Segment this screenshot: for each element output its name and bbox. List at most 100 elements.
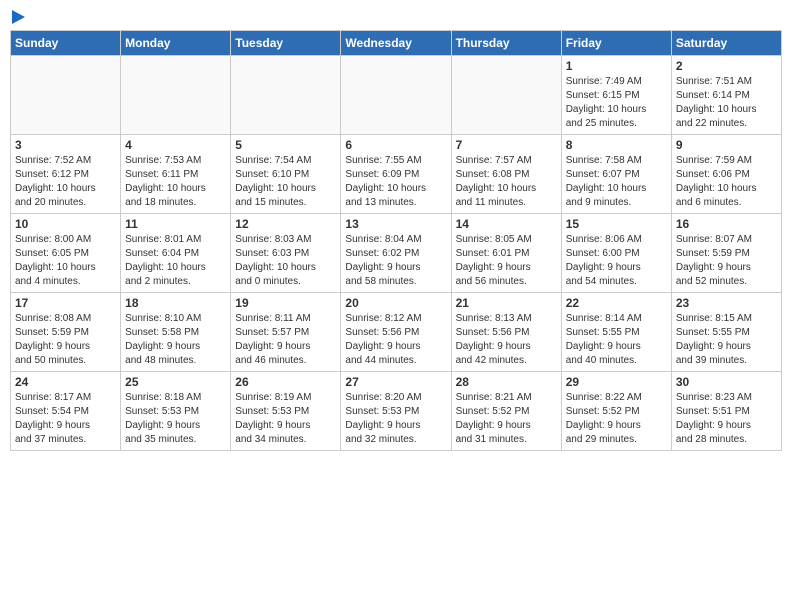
day-number: 22 [566, 296, 667, 310]
day-info: Sunrise: 8:06 AM Sunset: 6:00 PM Dayligh… [566, 233, 667, 289]
page-header [10, 10, 782, 24]
calendar-cell: 27Sunrise: 8:20 AM Sunset: 5:53 PM Dayli… [341, 372, 451, 451]
day-number: 28 [456, 375, 557, 389]
day-number: 30 [676, 375, 777, 389]
calendar-header-row: SundayMondayTuesdayWednesdayThursdayFrid… [11, 31, 782, 56]
calendar-cell: 10 Sunrise: 8:00 AM Sunset: 6:05 PM Dayli… [11, 214, 121, 293]
calendar-cell: 8 Sunrise: 7:58 AM Sunset: 6:07 PM Daylig… [561, 135, 671, 214]
day-info: Sunrise: 7:53 AM Sunset: 6:11 PM Dayligh… [125, 154, 226, 210]
day-info: Sunrise: 8:00 AM Sunset: 6:05 PM Dayligh… [15, 233, 116, 289]
day-number: 3 [15, 138, 116, 152]
calendar-cell: 20 Sunrise: 8:12 AM Sunset: 5:56 PM Dayli… [341, 293, 451, 372]
day-number: 7 [456, 138, 557, 152]
day-info: Sunrise: 8:15 AM Sunset: 5:55 PM Dayligh… [676, 312, 777, 368]
day-info: Sunrise: 8:19 AM Sunset: 5:53 PM Dayligh… [235, 391, 336, 447]
calendar-cell: 6 Sunrise: 7:55 AM Sunset: 6:09 PM Daylig… [341, 135, 451, 214]
column-header-sunday: Sunday [11, 31, 121, 56]
calendar-cell: 12 Sunrise: 8:03 AM Sunset: 6:03 PM Dayli… [231, 214, 341, 293]
day-number: 5 [235, 138, 336, 152]
column-header-monday: Monday [121, 31, 231, 56]
day-number: 17 [15, 296, 116, 310]
day-number: 10 [15, 217, 116, 231]
day-info: Sunrise: 8:04 AM Sunset: 6:02 PM Dayligh… [345, 233, 446, 289]
day-info: Sunrise: 7:54 AM Sunset: 6:10 PM Dayligh… [235, 154, 336, 210]
day-number: 19 [235, 296, 336, 310]
day-number: 8 [566, 138, 667, 152]
calendar-cell: 26 Sunrise: 8:19 AM Sunset: 5:53 PM Dayli… [231, 372, 341, 451]
day-info: Sunrise: 7:51 AM Sunset: 6:14 PM Dayligh… [676, 75, 777, 131]
calendar-cell: 9 Sunrise: 7:59 AM Sunset: 6:06 PM Daylig… [671, 135, 781, 214]
day-number: 26 [235, 375, 336, 389]
day-info: Sunrise: 7:58 AM Sunset: 6:07 PM Dayligh… [566, 154, 667, 210]
calendar-cell: 4 Sunrise: 7:53 AM Sunset: 6:11 PM Daylig… [121, 135, 231, 214]
day-info: Sunrise: 8:12 AM Sunset: 5:56 PM Dayligh… [345, 312, 446, 368]
calendar-cell: 7Sunrise: 7:57 AM Sunset: 6:08 PM Daylig… [451, 135, 561, 214]
calendar-cell: 28 Sunrise: 8:21 AM Sunset: 5:52 PM Dayli… [451, 372, 561, 451]
day-number: 16 [676, 217, 777, 231]
day-number: 4 [125, 138, 226, 152]
day-number: 18 [125, 296, 226, 310]
day-info: Sunrise: 8:23 AM Sunset: 5:51 PM Dayligh… [676, 391, 777, 447]
calendar-cell: 25Sunrise: 8:18 AM Sunset: 5:53 PM Dayli… [121, 372, 231, 451]
calendar-cell: 21Sunrise: 8:13 AM Sunset: 5:56 PM Dayli… [451, 293, 561, 372]
day-info: Sunrise: 8:05 AM Sunset: 6:01 PM Dayligh… [456, 233, 557, 289]
day-number: 29 [566, 375, 667, 389]
calendar-cell: 5 Sunrise: 7:54 AM Sunset: 6:10 PM Daylig… [231, 135, 341, 214]
column-header-friday: Friday [561, 31, 671, 56]
day-number: 13 [345, 217, 446, 231]
day-number: 12 [235, 217, 336, 231]
column-header-wednesday: Wednesday [341, 31, 451, 56]
calendar-cell [11, 56, 121, 135]
calendar-week-3: 10 Sunrise: 8:00 AM Sunset: 6:05 PM Dayli… [11, 214, 782, 293]
day-number: 1 [566, 59, 667, 73]
calendar-cell: 16Sunrise: 8:07 AM Sunset: 5:59 PM Dayli… [671, 214, 781, 293]
day-number: 2 [676, 59, 777, 73]
column-header-saturday: Saturday [671, 31, 781, 56]
day-info: Sunrise: 8:18 AM Sunset: 5:53 PM Dayligh… [125, 391, 226, 447]
day-info: Sunrise: 7:55 AM Sunset: 6:09 PM Dayligh… [345, 154, 446, 210]
calendar-week-4: 17 Sunrise: 8:08 AM Sunset: 5:59 PM Dayli… [11, 293, 782, 372]
day-info: Sunrise: 8:17 AM Sunset: 5:54 PM Dayligh… [15, 391, 116, 447]
day-info: Sunrise: 7:49 AM Sunset: 6:15 PM Dayligh… [566, 75, 667, 131]
calendar-cell: 29Sunrise: 8:22 AM Sunset: 5:52 PM Dayli… [561, 372, 671, 451]
calendar-cell [341, 56, 451, 135]
day-info: Sunrise: 8:20 AM Sunset: 5:53 PM Dayligh… [345, 391, 446, 447]
calendar-cell: 11Sunrise: 8:01 AM Sunset: 6:04 PM Dayli… [121, 214, 231, 293]
calendar-cell: 3 Sunrise: 7:52 AM Sunset: 6:12 PM Daylig… [11, 135, 121, 214]
day-info: Sunrise: 7:59 AM Sunset: 6:06 PM Dayligh… [676, 154, 777, 210]
calendar-cell: 18 Sunrise: 8:10 AM Sunset: 5:58 PM Dayli… [121, 293, 231, 372]
day-number: 14 [456, 217, 557, 231]
calendar-week-1: 1 Sunrise: 7:49 AM Sunset: 6:15 PM Daylig… [11, 56, 782, 135]
calendar-cell [451, 56, 561, 135]
day-info: Sunrise: 8:10 AM Sunset: 5:58 PM Dayligh… [125, 312, 226, 368]
calendar-cell: 1 Sunrise: 7:49 AM Sunset: 6:15 PM Daylig… [561, 56, 671, 135]
calendar-cell: 17 Sunrise: 8:08 AM Sunset: 5:59 PM Dayli… [11, 293, 121, 372]
day-info: Sunrise: 8:11 AM Sunset: 5:57 PM Dayligh… [235, 312, 336, 368]
day-number: 6 [345, 138, 446, 152]
calendar-week-2: 3 Sunrise: 7:52 AM Sunset: 6:12 PM Daylig… [11, 135, 782, 214]
calendar-cell: 2 Sunrise: 7:51 AM Sunset: 6:14 PM Daylig… [671, 56, 781, 135]
column-header-thursday: Thursday [451, 31, 561, 56]
calendar-cell: 23 Sunrise: 8:15 AM Sunset: 5:55 PM Dayli… [671, 293, 781, 372]
day-info: Sunrise: 8:14 AM Sunset: 5:55 PM Dayligh… [566, 312, 667, 368]
day-info: Sunrise: 8:01 AM Sunset: 6:04 PM Dayligh… [125, 233, 226, 289]
logo [10, 10, 25, 24]
day-number: 20 [345, 296, 446, 310]
day-number: 9 [676, 138, 777, 152]
day-info: Sunrise: 8:03 AM Sunset: 6:03 PM Dayligh… [235, 233, 336, 289]
day-number: 15 [566, 217, 667, 231]
day-info: Sunrise: 8:21 AM Sunset: 5:52 PM Dayligh… [456, 391, 557, 447]
calendar-cell: 15 Sunrise: 8:06 AM Sunset: 6:00 PM Dayli… [561, 214, 671, 293]
logo-arrow-icon [12, 10, 25, 24]
day-info: Sunrise: 8:08 AM Sunset: 5:59 PM Dayligh… [15, 312, 116, 368]
calendar-cell: 19 Sunrise: 8:11 AM Sunset: 5:57 PM Dayli… [231, 293, 341, 372]
day-number: 23 [676, 296, 777, 310]
column-header-tuesday: Tuesday [231, 31, 341, 56]
calendar-week-5: 24 Sunrise: 8:17 AM Sunset: 5:54 PM Dayli… [11, 372, 782, 451]
calendar-table: SundayMondayTuesdayWednesdayThursdayFrid… [10, 30, 782, 451]
calendar-cell [231, 56, 341, 135]
day-number: 24 [15, 375, 116, 389]
calendar-cell: 24 Sunrise: 8:17 AM Sunset: 5:54 PM Dayli… [11, 372, 121, 451]
day-info: Sunrise: 7:52 AM Sunset: 6:12 PM Dayligh… [15, 154, 116, 210]
calendar-cell: 14 Sunrise: 8:05 AM Sunset: 6:01 PM Dayli… [451, 214, 561, 293]
